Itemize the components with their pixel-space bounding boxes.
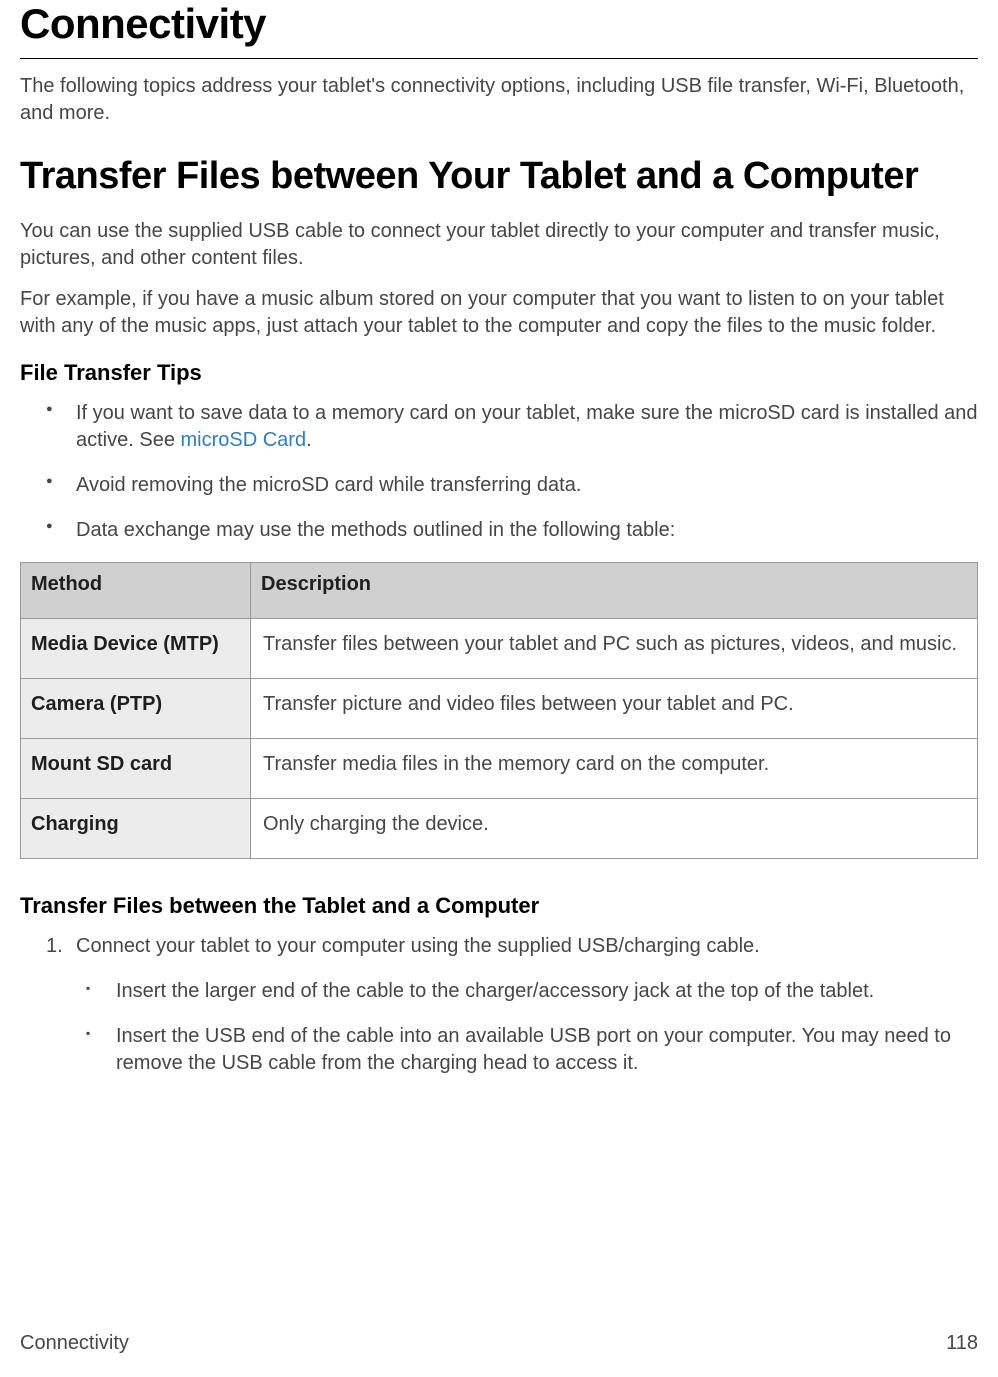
cell-desc: Transfer media files in the memory card …: [251, 738, 978, 798]
cell-method: Charging: [21, 798, 251, 858]
step-lead: Connect your tablet to your computer usi…: [76, 935, 760, 957]
cell-desc: Transfer picture and video files between…: [251, 678, 978, 738]
substeps-list: Insert the larger end of the cable to th…: [76, 978, 978, 1077]
substep-item: Insert the larger end of the cable to th…: [76, 978, 978, 1005]
footer-section-name: Connectivity: [20, 1332, 129, 1355]
methods-table: Method Description Media Device (MTP) Tr…: [20, 562, 978, 859]
cell-method: Mount SD card: [21, 738, 251, 798]
microsd-link[interactable]: microSD Card: [181, 429, 307, 451]
table-header-row: Method Description: [21, 562, 978, 618]
body-paragraph-1: You can use the supplied USB cable to co…: [20, 218, 978, 272]
body-paragraph-2: For example, if you have a music album s…: [20, 286, 978, 340]
table-row: Media Device (MTP) Transfer files betwee…: [21, 618, 978, 678]
cell-method: Camera (PTP): [21, 678, 251, 738]
table-row: Camera (PTP) Transfer picture and video …: [21, 678, 978, 738]
tips-list: If you want to save data to a memory car…: [20, 400, 978, 544]
tips-heading: File Transfer Tips: [20, 360, 978, 386]
tip-item: If you want to save data to a memory car…: [20, 400, 978, 454]
footer-page-number: 118: [946, 1332, 978, 1355]
page-footer: Connectivity 118: [20, 1332, 978, 1355]
col-description: Description: [251, 562, 978, 618]
intro-paragraph: The following topics address your tablet…: [20, 73, 978, 127]
cell-method: Media Device (MTP): [21, 618, 251, 678]
tip-text-tail: .: [306, 429, 312, 451]
procedure-heading: Transfer Files between the Tablet and a …: [20, 893, 978, 919]
cell-desc: Only charging the device.: [251, 798, 978, 858]
steps-list: Connect your tablet to your computer usi…: [20, 933, 978, 1077]
table-row: Mount SD card Transfer media files in th…: [21, 738, 978, 798]
page-title: Connectivity: [20, 0, 978, 59]
col-method: Method: [21, 562, 251, 618]
substep-item: Insert the USB end of the cable into an …: [76, 1023, 978, 1077]
section-heading: Transfer Files between Your Tablet and a…: [20, 147, 978, 206]
step-item: Connect your tablet to your computer usi…: [20, 933, 978, 1077]
table-row: Charging Only charging the device.: [21, 798, 978, 858]
tip-item: Avoid removing the microSD card while tr…: [20, 472, 978, 499]
cell-desc: Transfer files between your tablet and P…: [251, 618, 978, 678]
tip-item: Data exchange may use the methods outlin…: [20, 517, 978, 544]
